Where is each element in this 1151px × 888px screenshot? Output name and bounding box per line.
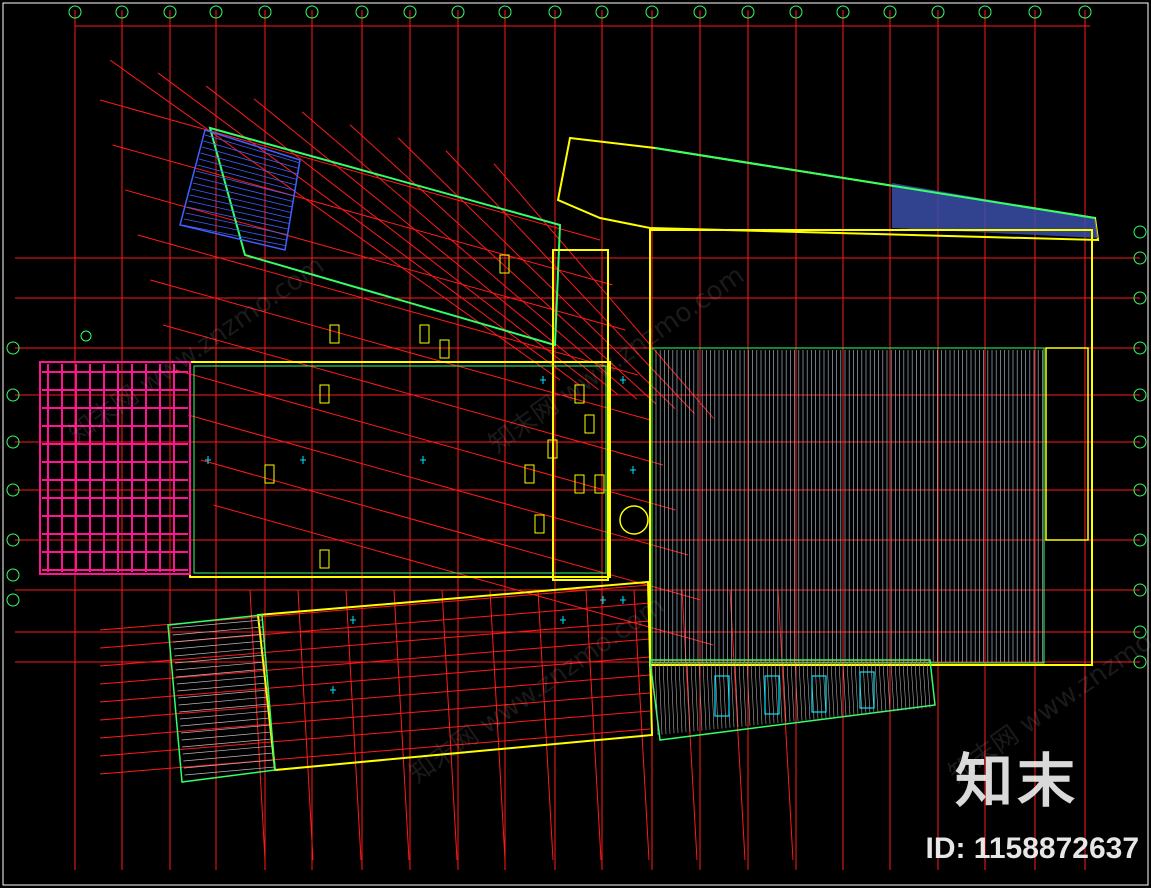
north-symbol — [80, 330, 92, 342]
loading-dock-hatch — [654, 661, 931, 736]
right-side-room — [1045, 347, 1089, 541]
axis-grid-rotated-lower — [99, 584, 794, 861]
right-hall-roof-battens — [655, 350, 1043, 662]
watermark-logo: 知末 — [954, 747, 1079, 815]
round-tank — [619, 505, 649, 535]
dock-doors — [714, 671, 875, 717]
watermark-id: ID: 1158872637 — [925, 832, 1139, 865]
roof-green-edge — [654, 147, 1096, 219]
